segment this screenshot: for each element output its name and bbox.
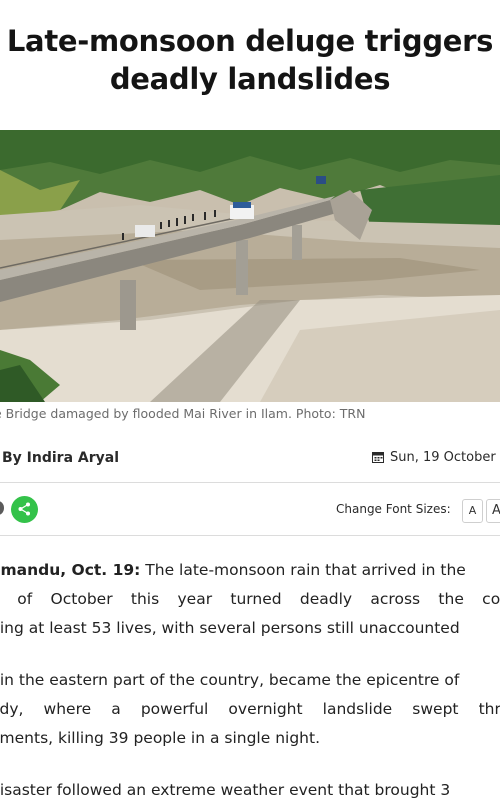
calendar-icon: [372, 451, 384, 467]
font-size-small-button[interactable]: A: [462, 499, 483, 523]
paragraph-line: k of October this year turned deadly acr…: [0, 590, 500, 608]
byline-row: By Indira Aryal Sun, 19 October 2: [0, 440, 500, 480]
social-button-partial[interactable]: [0, 501, 4, 515]
paragraph-line: , in the eastern part of the country, be…: [0, 671, 460, 689]
article-paragraph-3: disaster followed an extreme weather eve…: [0, 776, 500, 805]
divider: [0, 535, 500, 536]
author-name[interactable]: By Indira Aryal: [2, 450, 119, 466]
headline-line-2: deadly landslides: [109, 62, 391, 96]
publish-date-text: Sun, 19 October 2: [390, 450, 500, 465]
font-size-label: Change Font Sizes:: [336, 502, 451, 516]
divider: [0, 482, 500, 483]
paragraph-line: disaster followed an extreme weather eve…: [0, 781, 451, 799]
share-button[interactable]: [11, 496, 38, 523]
article-photo: [0, 130, 500, 402]
paragraph-line: amandu, Oct. 19: The late-monsoon rain t…: [0, 556, 500, 585]
paragraph-line: ements, killing 39 people in a single ni…: [0, 729, 321, 747]
font-size-large-button[interactable]: A: [486, 499, 500, 523]
photo-caption: e Bridge damaged by flooded Mai River in…: [0, 406, 366, 421]
article-paragraph-2: , in the eastern part of the country, be…: [0, 666, 500, 753]
share-icon: [18, 502, 30, 516]
article-headline: Late-monsoon deluge triggers deadly land…: [0, 22, 500, 98]
headline-line-1: Late-monsoon deluge triggers: [6, 24, 494, 58]
dateline: amandu, Oct. 19:: [0, 561, 141, 579]
article-paragraph-1: amandu, Oct. 19: The late-monsoon rain t…: [0, 556, 500, 643]
publish-date: Sun, 19 October 2: [372, 450, 500, 467]
article-tools: Change Font Sizes: A A: [0, 490, 500, 530]
paragraph-line: ning at least 53 lives, with several per…: [0, 619, 460, 637]
paragraph-line: edy, where a powerful overnight landslid…: [0, 700, 500, 718]
